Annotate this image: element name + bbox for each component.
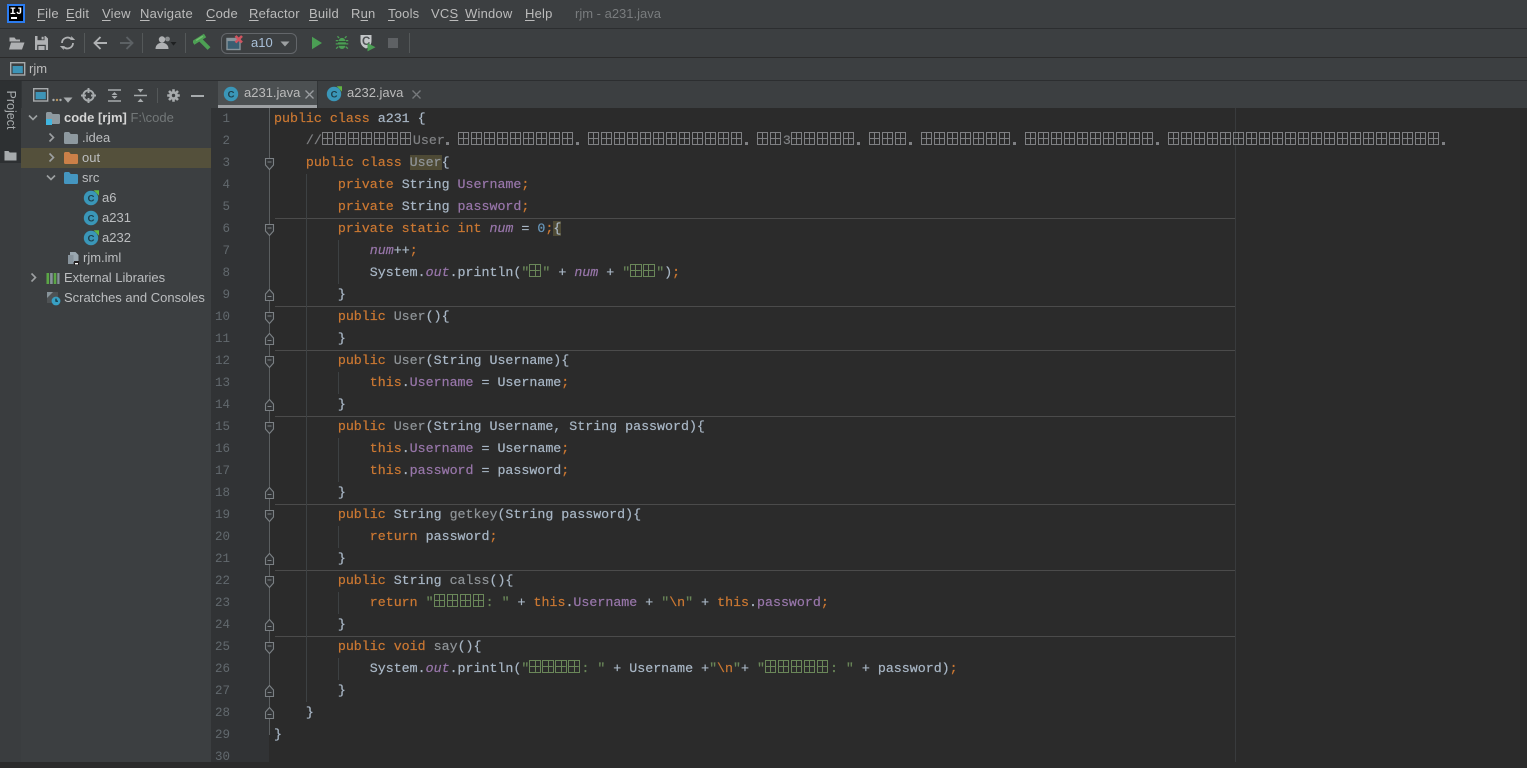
svg-text:C: C	[228, 90, 235, 101]
svg-text:C: C	[88, 214, 95, 225]
svg-text:C: C	[88, 194, 95, 205]
svg-text:C: C	[88, 234, 95, 245]
svg-text:C: C	[331, 90, 338, 101]
